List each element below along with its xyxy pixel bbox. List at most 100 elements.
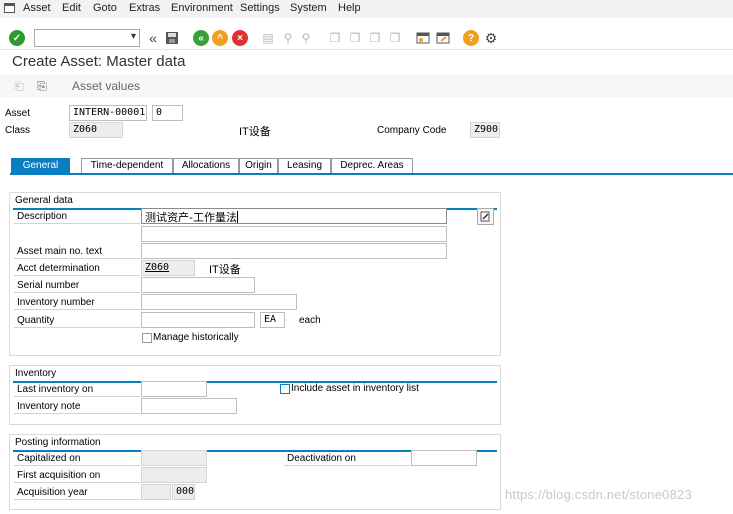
cancel-icon[interactable]: × — [232, 30, 248, 46]
first-page-icon[interactable]: ❐ — [327, 30, 343, 46]
edit-long-text-icon[interactable] — [477, 208, 494, 225]
unit-text: each — [299, 315, 321, 326]
manage-historically-label: Manage historically — [153, 332, 239, 343]
print-icon[interactable]: ▤ — [260, 30, 276, 46]
manage-historically-checkbox[interactable] — [142, 333, 152, 343]
acquisition-year-field — [141, 484, 171, 500]
row-divider — [14, 327, 140, 328]
back-icon[interactable]: « — [193, 30, 209, 46]
inventory-note-label: Inventory note — [17, 401, 81, 412]
save-icon[interactable] — [164, 30, 180, 46]
class-label: Class — [5, 125, 31, 136]
inventory-title: Inventory — [15, 368, 57, 379]
row-divider — [14, 309, 140, 310]
row-divider — [14, 482, 140, 483]
acquisition-period-field: 000 — [172, 484, 195, 500]
row-divider — [14, 413, 140, 414]
acquisition-year-label: Acquisition year — [17, 487, 88, 498]
enter-icon[interactable]: ✓ — [9, 30, 25, 46]
next-asset-icon[interactable]: ⎘ — [34, 78, 50, 94]
acct-determination-field: Z060 — [141, 260, 195, 276]
serial-number-field[interactable] — [141, 277, 255, 293]
tab-underline — [10, 173, 733, 175]
chevron-down-icon[interactable]: ▾ — [131, 31, 136, 42]
inventory-number-label: Inventory number — [17, 297, 95, 308]
main-text-field[interactable] — [141, 243, 447, 259]
row-divider — [14, 465, 140, 466]
last-inventory-label: Last inventory on — [17, 384, 94, 395]
next-page-icon[interactable]: ❐ — [367, 30, 383, 46]
tab-general[interactable]: General — [11, 158, 70, 173]
inventory-group: Inventory — [9, 365, 501, 425]
acct-determination-label: Acct determination — [17, 263, 100, 274]
shortcut-icon[interactable] — [435, 30, 451, 46]
unit-field[interactable]: EA — [260, 312, 285, 328]
include-inventory-checkbox[interactable] — [280, 384, 290, 394]
menu-bar: Asset Edit Goto Extras Environment Setti… — [0, 0, 733, 18]
menu-asset[interactable]: Asset — [23, 2, 51, 14]
acct-determination-text: IT设备 — [209, 264, 241, 276]
create-session-icon[interactable] — [415, 30, 431, 46]
asset-number-field[interactable]: INTERN-00001 — [69, 105, 147, 121]
previous-asset-icon[interactable]: ⎗ — [11, 78, 27, 94]
menu-help[interactable]: Help — [338, 2, 361, 14]
tab-origin[interactable]: Origin — [239, 158, 278, 173]
find-icon[interactable]: ⚲ — [280, 30, 296, 46]
page-title: Create Asset: Master data — [12, 53, 186, 70]
capitalized-on-field — [141, 450, 207, 466]
previous-page-icon[interactable]: ❐ — [347, 30, 363, 46]
tab-allocations[interactable]: Allocations — [173, 158, 239, 173]
quantity-field[interactable] — [141, 312, 255, 328]
find-next-icon[interactable]: ⚲ — [298, 30, 314, 46]
menu-extras[interactable]: Extras — [129, 2, 160, 14]
menu-system[interactable]: System — [290, 2, 327, 14]
row-divider — [14, 499, 140, 500]
menu-edit[interactable]: Edit — [62, 2, 81, 14]
posting-information-title: Posting information — [15, 437, 101, 448]
inventory-note-field[interactable] — [141, 398, 237, 414]
first-acquisition-field — [141, 467, 207, 483]
deactivation-on-label: Deactivation on — [287, 453, 356, 464]
last-inventory-field[interactable] — [141, 381, 207, 397]
description-field[interactable]: 测试资产-工作量法 — [141, 208, 447, 224]
first-acquisition-label: First acquisition on — [17, 470, 101, 481]
row-divider — [14, 396, 140, 397]
capitalized-on-label: Capitalized on — [17, 453, 81, 464]
tab-leasing[interactable]: Leasing — [278, 158, 331, 173]
watermark-text: https://blog.csdn.net/stone0823 — [505, 487, 692, 502]
menu-goto[interactable]: Goto — [93, 2, 117, 14]
command-field[interactable]: ▾ — [34, 29, 140, 47]
description-line2-field[interactable] — [141, 226, 447, 242]
back-double-icon[interactable]: « — [145, 30, 161, 46]
help-icon[interactable]: ? — [463, 30, 479, 46]
company-code-field: Z900 — [470, 122, 500, 138]
last-page-icon[interactable]: ❐ — [387, 30, 403, 46]
asset-values-button[interactable]: Asset values — [72, 79, 140, 93]
include-inventory-label: Include asset in inventory list — [291, 383, 419, 394]
exit-icon[interactable]: ^ — [212, 30, 228, 46]
company-code-label: Company Code — [377, 125, 447, 136]
description-value: 测试资产-工作量法 — [145, 211, 237, 224]
customize-layout-icon[interactable]: ⚙ — [483, 30, 499, 46]
deactivation-on-field[interactable] — [411, 450, 477, 466]
asset-subnumber-field[interactable]: 0 — [152, 105, 183, 121]
application-toolbar: ⎗ ⎘ Asset values — [0, 75, 733, 97]
asset-label: Asset — [5, 108, 31, 119]
menu-settings[interactable]: Settings — [240, 2, 280, 14]
row-divider — [14, 258, 140, 259]
group-divider — [13, 381, 497, 383]
class-field: Z060 — [69, 122, 123, 138]
main-text-label: Asset main no. text — [17, 246, 103, 257]
row-divider — [14, 292, 140, 293]
row-divider — [284, 465, 410, 466]
inventory-number-field[interactable] — [141, 294, 297, 310]
serial-number-label: Serial number — [17, 280, 80, 291]
sap-menu-icon[interactable] — [4, 3, 15, 13]
tab-deprec-areas[interactable]: Deprec. Areas — [331, 158, 413, 173]
tab-time-dependent[interactable]: Time-dependent — [81, 158, 173, 173]
row-divider — [14, 223, 140, 224]
menu-environment[interactable]: Environment — [171, 2, 233, 14]
description-label: Description — [17, 211, 68, 222]
general-data-title: General data — [15, 195, 73, 206]
class-text: IT设备 — [239, 126, 271, 138]
